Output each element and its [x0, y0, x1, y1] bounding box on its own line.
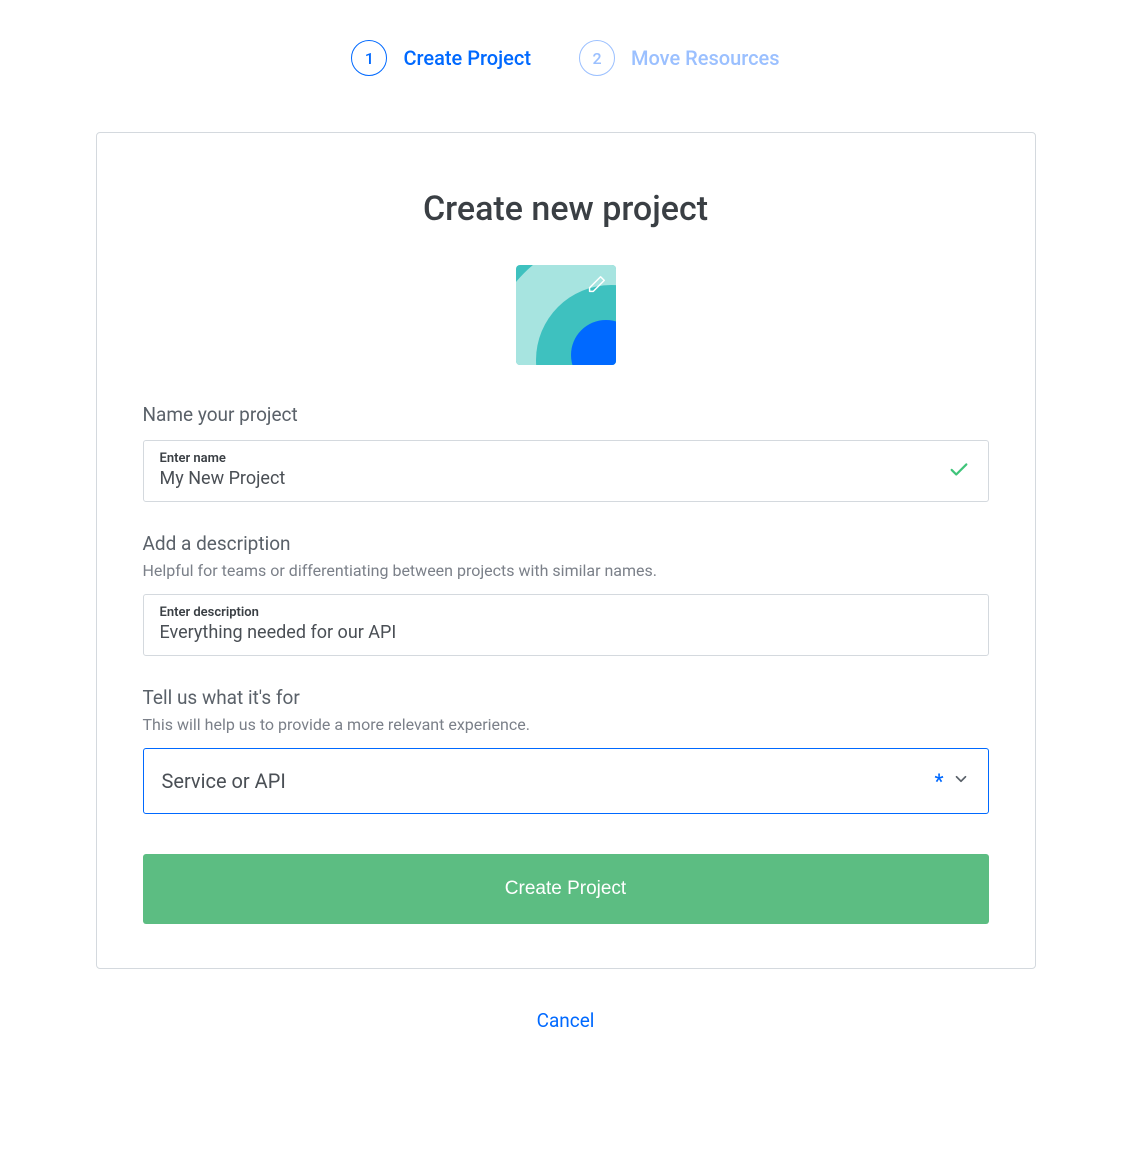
pencil-icon — [584, 273, 608, 297]
check-icon — [948, 458, 970, 484]
purpose-group: Tell us what it's for This will help us … — [143, 686, 989, 814]
create-project-card: Create new project Name your project Ent… — [96, 132, 1036, 969]
cancel-link[interactable]: Cancel — [537, 1009, 595, 1032]
description-input[interactable] — [160, 622, 972, 643]
name-group-label: Name your project — [143, 403, 989, 426]
step-number-1: 1 — [351, 40, 387, 76]
stepper: 1 Create Project 2 Move Resources — [0, 40, 1131, 76]
chevron-down-icon — [952, 770, 970, 792]
description-hint: Helpful for teams or differentiating bet… — [143, 561, 989, 580]
description-group-label: Add a description — [143, 532, 989, 555]
purpose-group-label: Tell us what it's for — [143, 686, 989, 709]
purpose-hint: This will help us to provide a more rele… — [143, 715, 989, 734]
description-field[interactable]: Enter description — [143, 594, 989, 656]
step-label-move-resources: Move Resources — [631, 46, 780, 70]
step-number-2: 2 — [579, 40, 615, 76]
purpose-selected-value: Service or API — [162, 769, 286, 793]
description-field-label: Enter description — [160, 605, 972, 620]
name-group: Name your project Enter name — [143, 403, 989, 502]
name-input[interactable] — [160, 468, 972, 489]
name-field-label: Enter name — [160, 451, 972, 466]
step-label-create-project: Create Project — [403, 46, 531, 70]
purpose-select[interactable]: Service or API * — [143, 748, 989, 814]
project-avatar[interactable] — [516, 265, 616, 365]
description-group: Add a description Helpful for teams or d… — [143, 532, 989, 656]
required-marker: * — [935, 769, 944, 793]
step-create-project[interactable]: 1 Create Project — [351, 40, 531, 76]
name-field[interactable]: Enter name — [143, 440, 989, 502]
create-project-button[interactable]: Create Project — [143, 854, 989, 924]
card-title: Create new project — [143, 189, 989, 229]
step-move-resources[interactable]: 2 Move Resources — [579, 40, 780, 76]
